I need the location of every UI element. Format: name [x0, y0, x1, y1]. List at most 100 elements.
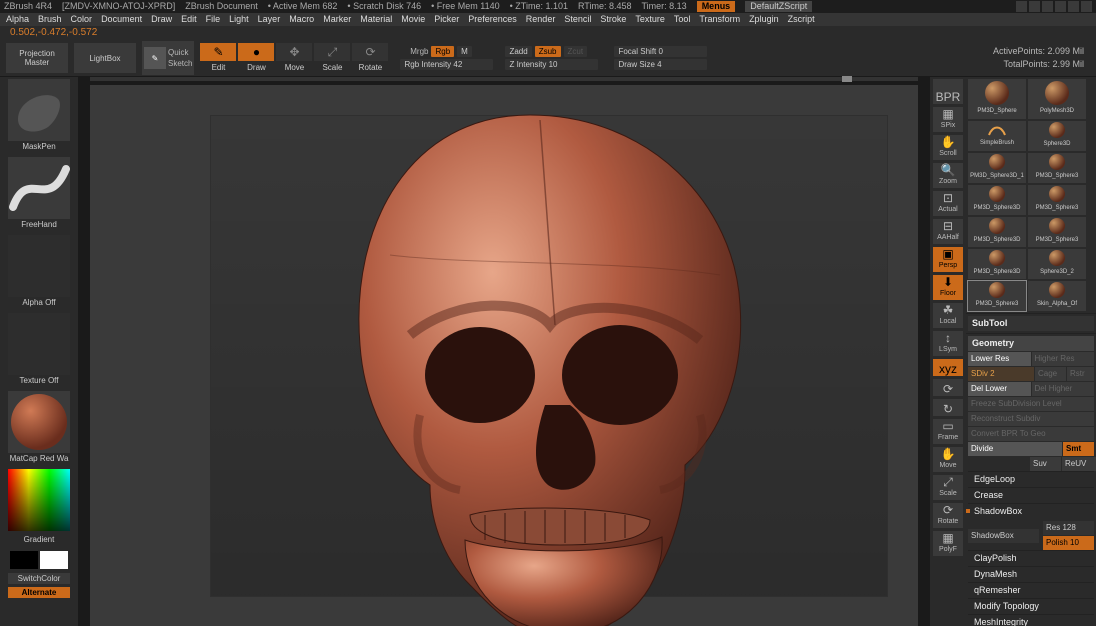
menus-button[interactable]: Menus — [697, 1, 736, 12]
scale-button[interactable]: ⤢Scale — [933, 475, 963, 500]
subtool-header[interactable]: SubTool — [968, 316, 1094, 331]
stroke-slot[interactable]: FreeHand — [8, 157, 70, 219]
polyf-button[interactable]: ▦PolyF — [933, 531, 963, 556]
menu-preferences[interactable]: Preferences — [468, 14, 517, 25]
mode-move-button[interactable]: ✥Move — [276, 43, 312, 73]
geom-dynamesh[interactable]: DynaMesh — [968, 566, 1094, 582]
polish10-slider[interactable]: Polish 10 — [1043, 536, 1094, 550]
mode-rotate-button[interactable]: ⟳Rotate — [352, 43, 388, 73]
tool-grid-6[interactable]: PM3D_Sphere3D — [968, 249, 1026, 279]
menu-color[interactable]: Color — [71, 14, 93, 25]
menu-stroke[interactable]: Stroke — [600, 14, 626, 25]
tool-polymesh3d[interactable]: PolyMesh3D — [1028, 79, 1086, 119]
tool-grid-8[interactable]: PM3D_Sphere3 — [968, 281, 1026, 311]
lightbox-button[interactable]: LightBox — [74, 43, 136, 73]
geom-qremesher[interactable]: qRemesher — [968, 582, 1094, 598]
default-zscript-button[interactable]: DefaultZScript — [745, 1, 812, 12]
color-picker[interactable] — [8, 469, 70, 531]
alpha-slot[interactable]: Alpha Off — [8, 235, 70, 297]
menu-material[interactable]: Material — [360, 14, 392, 25]
zcut-button[interactable]: Zcut — [564, 46, 588, 57]
zsub-button[interactable]: Zsub — [535, 46, 561, 57]
geom-modify-topology[interactable]: Modify Topology — [968, 598, 1094, 614]
menu-tool[interactable]: Tool — [674, 14, 691, 25]
suv-button[interactable]: Suv — [1030, 457, 1061, 471]
tool-pm3d-big[interactable]: PM3D_Sphere — [968, 79, 1026, 119]
brush-slot[interactable]: MaskPen — [8, 79, 70, 141]
m-button[interactable]: M — [457, 46, 472, 57]
tool-grid-9[interactable]: Skin_Alpha_Of — [1028, 281, 1086, 311]
menu-brush[interactable]: Brush — [38, 14, 62, 25]
lower-res-button[interactable]: Lower Res — [968, 352, 1031, 366]
shadowbox-button[interactable]: ShadowBox — [968, 529, 1039, 543]
zoom-button[interactable]: 🔍Zoom — [933, 163, 963, 188]
quick-sketch-button[interactable]: ✎ Quick Sketch — [142, 41, 194, 75]
menu-transform[interactable]: Transform — [699, 14, 740, 25]
freeze-subdiv-button[interactable]: Freeze SubDivision Level — [968, 397, 1094, 411]
reuv-button[interactable]: ReUV — [1062, 457, 1096, 471]
alternate-button[interactable]: Alternate — [8, 587, 70, 598]
tool-grid-2[interactable]: PM3D_Sphere3D — [968, 185, 1026, 215]
rot-z-button[interactable]: ↻ — [933, 399, 963, 416]
lsym-button[interactable]: ↕LSym — [933, 331, 963, 356]
title-icon-1[interactable] — [1016, 1, 1027, 12]
color-swatch-white[interactable] — [40, 551, 68, 569]
menu-marker[interactable]: Marker — [323, 14, 351, 25]
mode-scale-button[interactable]: ⤢Scale — [314, 43, 350, 73]
menu-edit[interactable]: Edit — [181, 14, 197, 25]
menu-picker[interactable]: Picker — [434, 14, 459, 25]
persp-button[interactable]: ▣Persp — [933, 247, 963, 272]
scroll-button[interactable]: ✋Scroll — [933, 135, 963, 160]
del-lower-button[interactable]: Del Lower — [968, 382, 1031, 396]
rgb-button[interactable]: Rgb — [431, 46, 454, 57]
mode-edit-button[interactable]: ✎Edit — [200, 43, 236, 73]
menu-alpha[interactable]: Alpha — [6, 14, 29, 25]
actual-button[interactable]: ⊡Actual — [933, 191, 963, 216]
geom-edgeloop[interactable]: EdgeLoop — [968, 471, 1094, 487]
switch-color-button[interactable]: SwitchColor — [8, 573, 70, 584]
draw-size-slider[interactable]: Draw Size 4 — [614, 59, 707, 70]
aahalf-button[interactable]: ⊟AAHalf — [933, 219, 963, 244]
menu-file[interactable]: File — [206, 14, 221, 25]
tool-grid-0[interactable]: PM3D_Sphere3D_1 — [968, 153, 1026, 183]
menu-macro[interactable]: Macro — [289, 14, 314, 25]
sdiv-slider[interactable]: SDiv 2 — [968, 367, 1034, 381]
tool-grid-1[interactable]: PM3D_Sphere3 — [1028, 153, 1086, 183]
tool-grid-4[interactable]: PM3D_Sphere3D — [968, 217, 1026, 247]
focal-shift-slider[interactable]: Focal Shift 0 — [614, 46, 707, 57]
geometry-header[interactable]: Geometry — [968, 336, 1094, 351]
rot-y-button[interactable]: ⟳ — [933, 379, 963, 396]
tool-sphere3d[interactable]: Sphere3D — [1028, 121, 1086, 151]
smt-button[interactable]: Smt — [1063, 442, 1094, 456]
projection-master-button[interactable]: Projection Master — [6, 43, 68, 73]
menu-light[interactable]: Light — [229, 14, 249, 25]
divide-button[interactable]: Divide — [968, 442, 1062, 456]
title-icon-2[interactable] — [1029, 1, 1040, 12]
material-slot[interactable]: MatCap Red Wa — [8, 391, 70, 453]
menu-layer[interactable]: Layer — [258, 14, 281, 25]
geom-shadowbox[interactable]: ShadowBox — [968, 503, 1094, 519]
menu-document[interactable]: Document — [101, 14, 142, 25]
rgb-intensity-slider[interactable]: Rgb Intensity 42 — [400, 59, 493, 70]
local-button[interactable]: ☘Local — [933, 303, 963, 328]
geom-claypolish[interactable]: ClayPolish — [968, 550, 1094, 566]
menu-draw[interactable]: Draw — [151, 14, 172, 25]
tool-grid-7[interactable]: Sphere3D_2 — [1028, 249, 1086, 279]
title-icon-3[interactable] — [1042, 1, 1053, 12]
res128-slider[interactable]: Res 128 — [1043, 521, 1094, 535]
menu-movie[interactable]: Movie — [401, 14, 425, 25]
tool-simplebrush[interactable]: SimpleBrush — [968, 121, 1026, 151]
tool-grid-3[interactable]: PM3D_Sphere3 — [1028, 185, 1086, 215]
zadd-button[interactable]: Zadd — [505, 46, 531, 57]
del-higher-button[interactable]: Del Higher — [1032, 382, 1095, 396]
mode-draw-button[interactable]: ●Draw — [238, 43, 274, 73]
frame-button[interactable]: ▭Frame — [933, 419, 963, 444]
title-icon-lock[interactable] — [1055, 1, 1066, 12]
geom-meshintegrity[interactable]: MeshIntegrity — [968, 614, 1094, 626]
tool-grid-5[interactable]: PM3D_Sphere3 — [1028, 217, 1086, 247]
floor-button[interactable]: ⬇Floor — [933, 275, 963, 300]
menu-render[interactable]: Render — [526, 14, 556, 25]
menu-stencil[interactable]: Stencil — [564, 14, 591, 25]
rotate-button[interactable]: ⟳Rotate — [933, 503, 963, 528]
rstr-button[interactable]: Rstr — [1067, 367, 1094, 381]
